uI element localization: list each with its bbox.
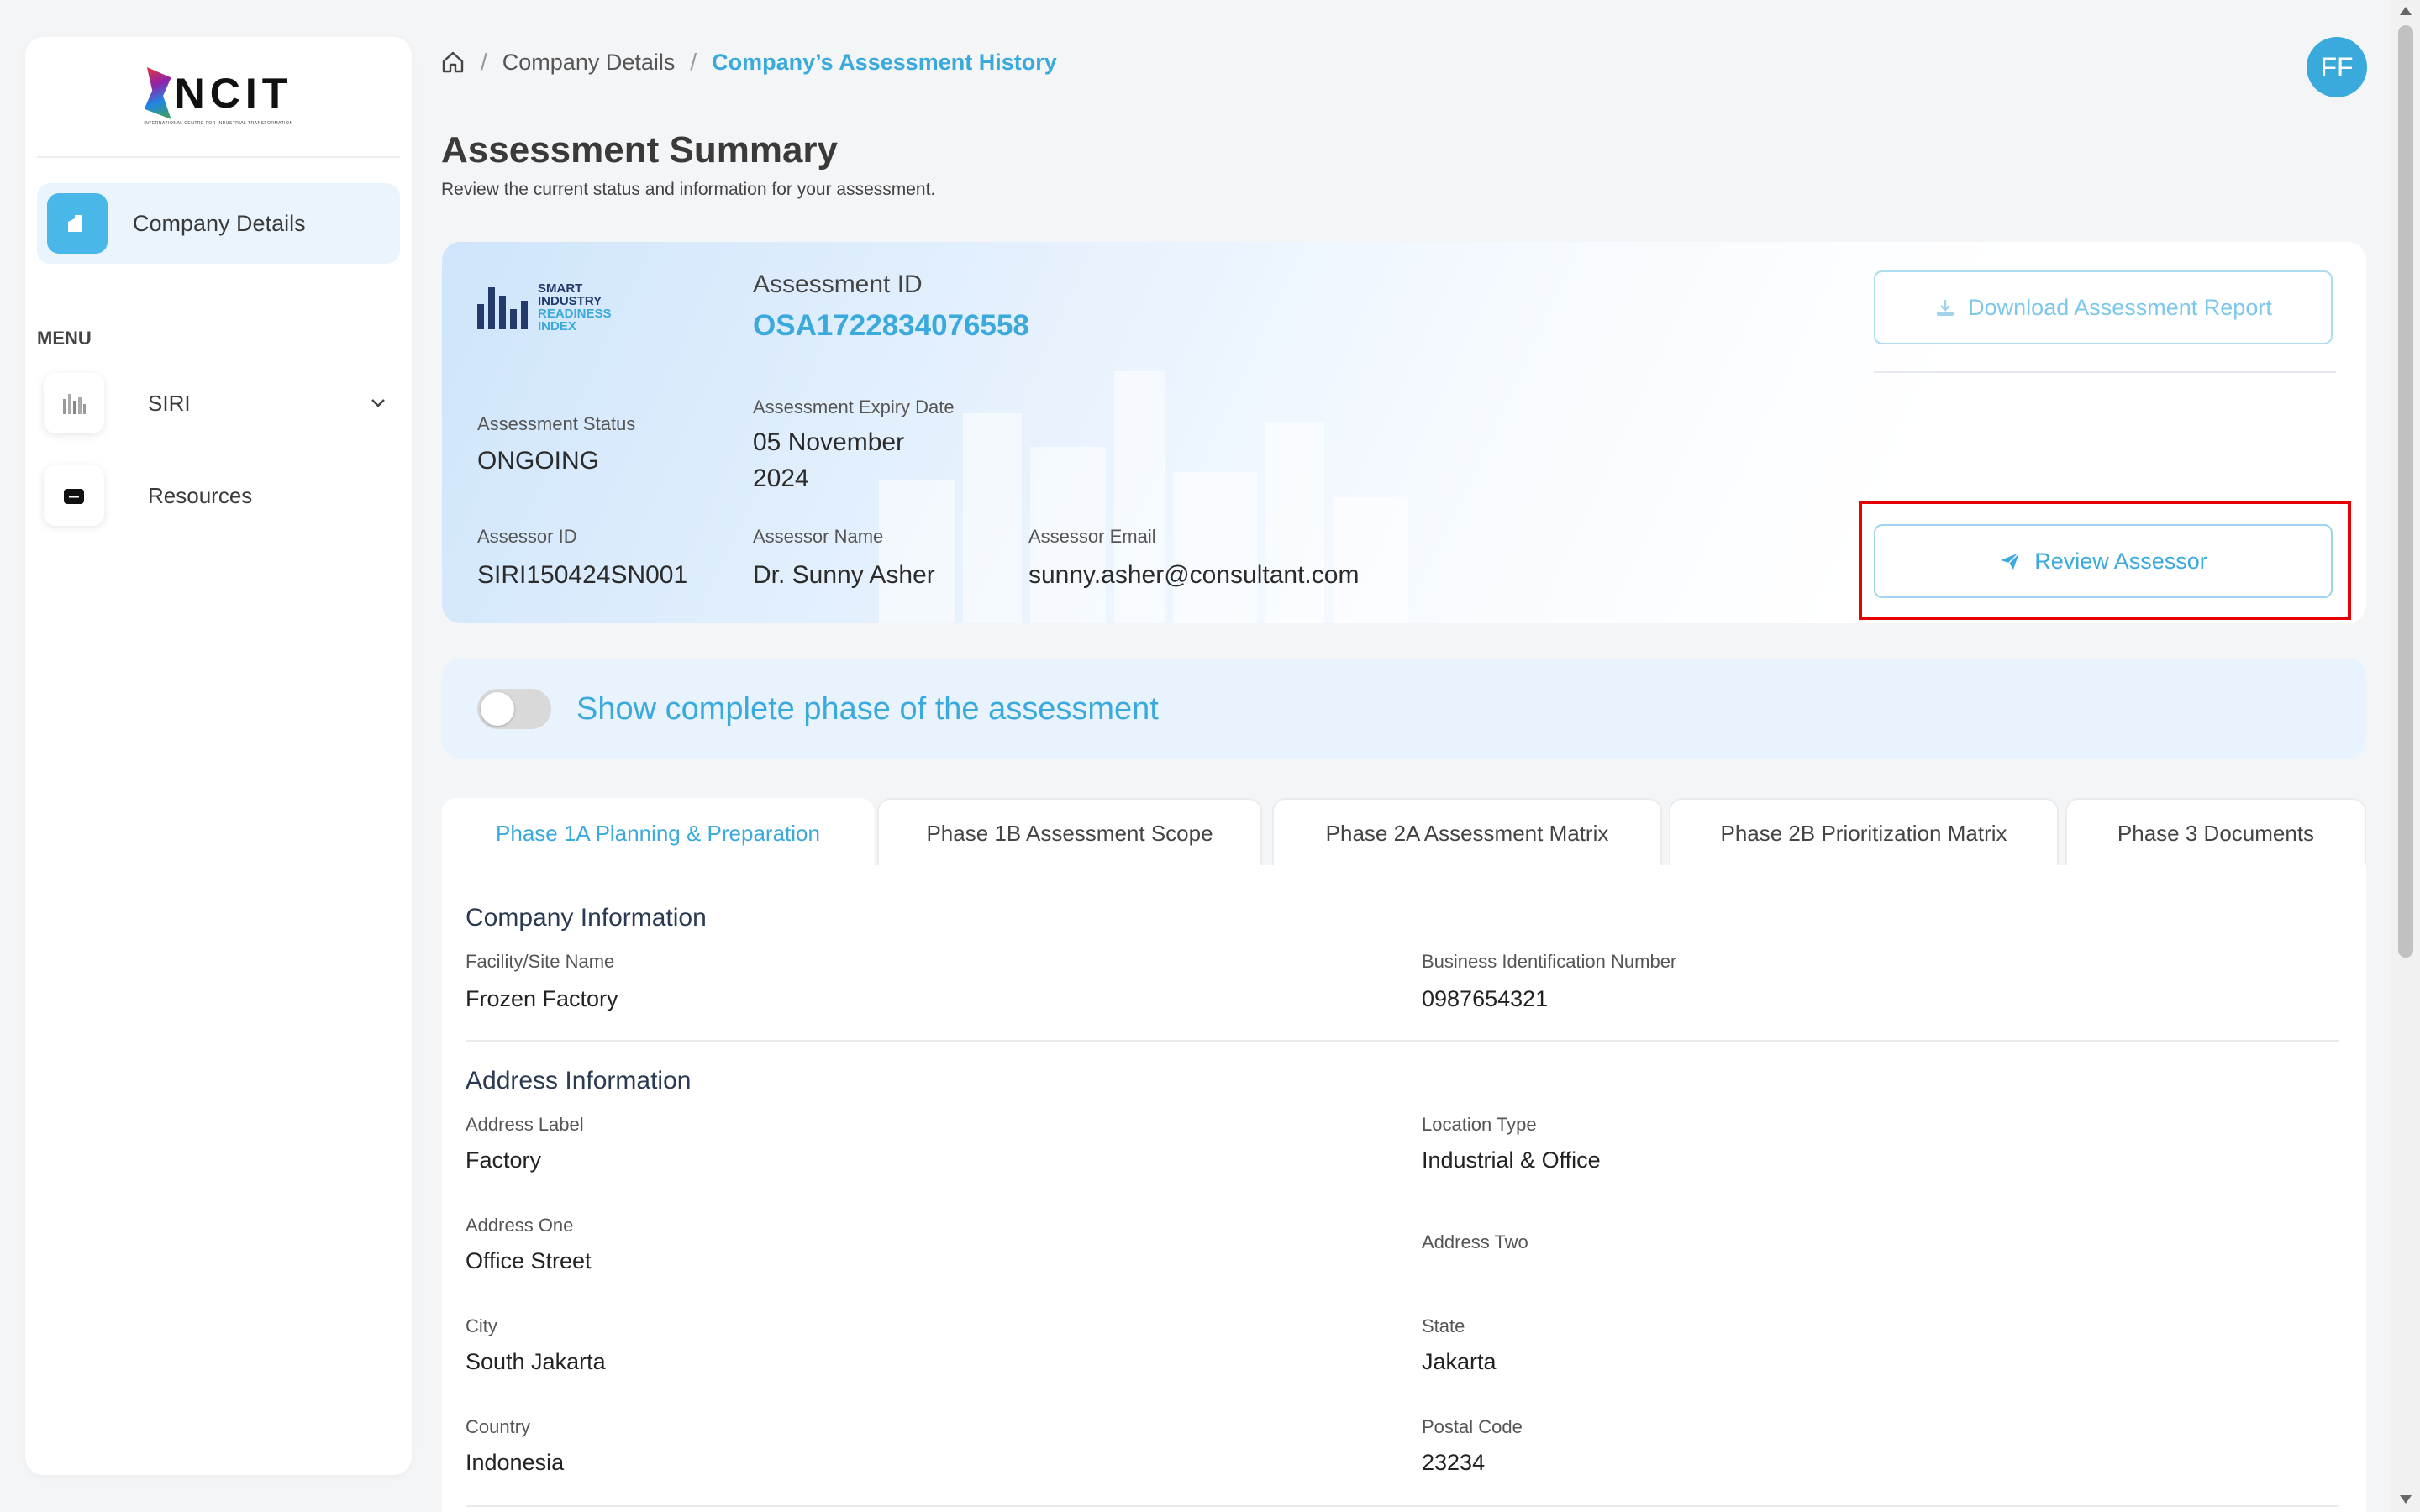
download-icon [1937,300,1954,316]
sidebar-item-label: Company Details [133,210,306,236]
sidebar-divider [37,156,400,158]
phase-toggle-card: Show complete phase of the assessment [442,659,2366,759]
scroll-down-icon[interactable] [2400,1495,2412,1504]
country-value: Indonesia [466,1450,565,1475]
folder-icon [44,465,104,526]
show-complete-phase-toggle[interactable] [477,689,551,729]
tab-phase-1b[interactable]: Phase 1B Assessment Scope [877,798,1262,867]
siri-logo-text: READINESS [538,307,612,321]
sidebar-item-siri[interactable]: SIRI [44,371,397,435]
butterfly-logo-icon [144,67,171,119]
scroll-up-icon[interactable] [2400,7,2412,15]
expiry-date-line2: 2024 [753,465,809,492]
assessor-email-value: sunny.asher@consultant.com [1028,561,1360,589]
siri-logo-text: INDEX [538,319,576,333]
assessor-id-value: SIRI150424SN001 [477,561,688,589]
sidebar: NCIT INTERNATIONAL CENTRE FOR INDUSTRIAL… [25,37,412,1475]
bin-value: 0987654321 [1422,986,1549,1011]
home-icon[interactable] [440,50,466,75]
address-information-title: Address Information [466,1067,692,1095]
tab-phase-2b[interactable]: Phase 2B Prioritization Matrix [1669,798,2059,867]
logo-text: NCIT [174,70,293,117]
city-label: City [466,1315,497,1336]
expiry-date-line1: 05 November [753,428,905,456]
siri-logo: SMART INDUSTRY READINESS INDEX [477,282,612,333]
state-label: State [1422,1315,1465,1336]
sidebar-item-company-details[interactable]: Company Details [37,183,400,264]
chevron-down-icon[interactable] [370,398,387,408]
bar-chart-icon [44,373,104,433]
scroll-thumb[interactable] [2398,25,2413,958]
tab-phase-2a[interactable]: Phase 2A Assessment Matrix [1272,798,1662,867]
assessor-id-label: Assessor ID [477,526,577,547]
sidebar-item-label: SIRI [148,390,191,416]
page-scrollbar[interactable] [2391,0,2420,1512]
location-type-label: Location Type [1422,1114,1537,1135]
menu-title: MENU [37,328,92,349]
country-label: Country [466,1416,531,1437]
facility-name-label: Facility/Site Name [466,951,615,972]
highlight-box [1859,501,2351,620]
state-value: Jakarta [1422,1349,1497,1374]
phase-content: Company Information Facility/Site Name F… [442,865,2366,1512]
breadcrumb-separator: / [690,49,697,75]
city-value: South Jakarta [466,1349,606,1374]
breadcrumb-assessment-history[interactable]: Company’s Assessment History [712,50,1057,76]
logo-subtitle: INTERNATIONAL CENTRE FOR INDUSTRIAL TRAN… [144,121,293,126]
assessor-name-value: Dr. Sunny Asher [753,561,935,589]
card-divider [1874,371,2336,373]
postal-code-label: Postal Code [1422,1416,1523,1437]
breadcrumb: / Company Details / Company’s Assessment… [440,49,1057,76]
sidebar-item-label: Resources [148,482,253,508]
address-label-value: Factory [466,1147,542,1173]
siri-logo-icon [477,286,528,329]
sidebar-item-resources[interactable]: Resources [44,464,397,528]
facility-name-value: Frozen Factory [466,986,618,1011]
breadcrumb-separator: / [481,49,487,75]
tab-phase-3[interactable]: Phase 3 Documents [2065,798,2366,867]
expiry-date-label: Assessment Expiry Date [753,396,955,417]
section-divider [466,1040,2339,1042]
assessment-id-label: Assessment ID [753,270,923,298]
location-type-value: Industrial & Office [1422,1147,1601,1173]
postal-code-value: 23234 [1422,1450,1486,1475]
section-divider [466,1505,2339,1507]
page-subtitle: Review the current status and informatio… [441,180,936,199]
breadcrumb-company-details[interactable]: Company Details [502,50,676,76]
address-two-label: Address Two [1422,1231,1528,1252]
toggle-knob [481,692,514,726]
address-label-label: Address Label [466,1114,584,1135]
incit-logo[interactable]: NCIT INTERNATIONAL CENTRE FOR INDUSTRIAL… [25,37,412,156]
page-title: Assessment Summary [441,129,839,171]
tab-phase-1a[interactable]: Phase 1A Planning & Preparation [442,798,874,867]
assessor-name-label: Assessor Name [753,526,884,547]
company-information-title: Company Information [466,904,707,932]
download-report-button[interactable]: Download Assessment Report [1874,270,2333,344]
bin-label: Business Identification Number [1422,951,1677,972]
siri-logo-text: SMART [538,281,583,296]
toggle-label: Show complete phase of the assessment [576,690,1159,727]
assessment-status-label: Assessment Status [477,413,636,434]
siri-logo-text: INDUSTRY [538,294,602,308]
assessment-id-value: OSA1722834076558 [753,309,1029,342]
download-report-label: Download Assessment Report [1968,294,2272,320]
assessor-email-label: Assessor Email [1028,526,1156,547]
avatar[interactable]: FF [2307,37,2367,97]
address-one-label: Address One [466,1215,574,1236]
assessment-status-value: ONGOING [477,447,600,475]
building-icon [47,193,108,254]
address-one-value: Office Street [466,1248,592,1273]
